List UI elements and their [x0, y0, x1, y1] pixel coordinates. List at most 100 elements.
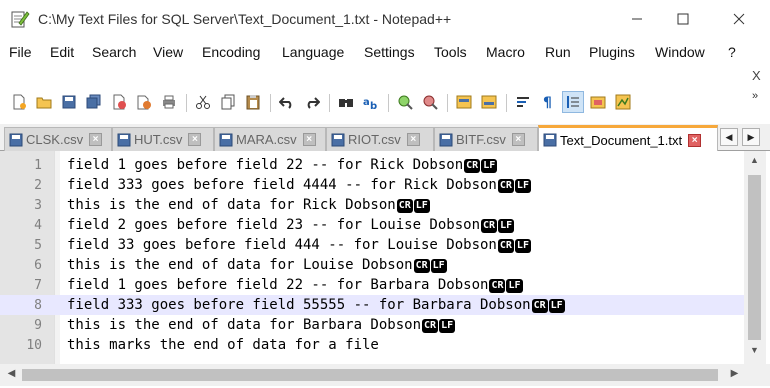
menu-view[interactable]: View — [153, 44, 183, 60]
tab-clsk-csv[interactable]: CLSK.csv × — [4, 127, 112, 151]
line-text: field 333 goes before field 55555 -- for… — [67, 297, 565, 313]
horizontal-scrollbar[interactable]: ◀ ▶ — [0, 364, 770, 386]
word-wrap-icon[interactable] — [512, 91, 534, 113]
tab-label: Text_Document_1.txt — [560, 132, 683, 148]
toolbar-separator — [270, 94, 271, 112]
cr-marker: CR — [481, 219, 498, 233]
tab-text-document-1-txt[interactable]: Text_Document_1.txt × — [538, 125, 718, 152]
editor-line[interactable]: 5 field 33 goes before field 444 -- for L… — [0, 235, 744, 255]
lf-marker: LF — [506, 279, 523, 293]
cut-icon[interactable] — [192, 91, 214, 113]
editor-line[interactable]: 4 field 2 goes before field 23 -- for Lou… — [0, 215, 744, 235]
text-editor[interactable]: 1 field 1 goes before field 22 -- for Ric… — [0, 151, 770, 364]
editor-line[interactable]: 6 this is the end of data for Louise Dobs… — [0, 255, 744, 275]
minimize-button[interactable] — [614, 0, 660, 38]
menu-language[interactable]: Language — [282, 44, 344, 60]
editor-line[interactable]: 1 field 1 goes before field 22 -- for Ric… — [0, 155, 744, 175]
menu-edit[interactable]: Edit — [50, 44, 74, 60]
tab-mara-csv[interactable]: MARA.csv × — [214, 127, 326, 151]
user-defined-language-icon[interactable] — [587, 91, 609, 113]
editor-line[interactable]: 8 field 333 goes before field 55555 -- fo… — [0, 295, 744, 315]
close-file-icon[interactable] — [108, 91, 130, 113]
line-content: field 2 goes before field 23 -- for Loui… — [67, 217, 481, 233]
tab-bitf-csv[interactable]: BITF.csv × — [434, 127, 538, 151]
editor-line[interactable]: 9 this is the end of data for Barbara Dob… — [0, 315, 744, 335]
editor-line[interactable]: 2 field 333 goes before field 4444 -- for… — [0, 175, 744, 195]
editor-line[interactable]: 10 this marks the end of data for a file — [0, 335, 744, 355]
menu-window[interactable]: Window — [655, 44, 705, 60]
tab-close-icon[interactable]: × — [406, 133, 420, 146]
menu-macro[interactable]: Macro — [486, 44, 525, 60]
file-saved-icon — [9, 133, 23, 147]
menu-tools[interactable]: Tools — [434, 44, 467, 60]
redo-icon[interactable] — [301, 91, 323, 113]
editor-line[interactable]: 3 this is the end of data for Rick Dobson… — [0, 195, 744, 215]
document-map-icon[interactable] — [612, 91, 634, 113]
find-icon[interactable] — [335, 91, 357, 113]
maximize-button[interactable] — [660, 0, 706, 38]
copy-icon[interactable] — [217, 91, 239, 113]
scroll-right-arrow-icon[interactable]: ▶ — [728, 368, 741, 381]
editor-line[interactable]: 7 field 1 goes before field 22 -- for Bar… — [0, 275, 744, 295]
lf-marker: LF — [514, 239, 531, 253]
sync-horizontal-icon[interactable] — [478, 91, 500, 113]
line-number: 10 — [26, 338, 42, 353]
horizontal-scrollbar-thumb[interactable] — [22, 369, 718, 381]
close-button[interactable] — [716, 0, 762, 38]
cr-marker: CR — [413, 259, 430, 273]
save-icon[interactable] — [58, 91, 80, 113]
menu-help[interactable]: ? — [728, 44, 736, 60]
line-text: this is the end of data for Barbara Dobs… — [67, 317, 456, 333]
menu-file[interactable]: File — [9, 44, 32, 60]
tab-close-icon[interactable]: × — [302, 133, 316, 146]
line-number: 7 — [34, 278, 42, 293]
menu-search[interactable]: Search — [92, 44, 136, 60]
menu-settings[interactable]: Settings — [364, 44, 415, 60]
indent-guide-icon[interactable] — [562, 91, 584, 113]
tab-scroll-right-button[interactable]: ▶ — [742, 128, 760, 146]
menu-run[interactable]: Run — [545, 44, 571, 60]
tab-riot-csv[interactable]: RIOT.csv × — [326, 127, 434, 151]
tab-hut-csv[interactable]: HUT.csv × — [112, 127, 214, 151]
new-file-icon[interactable] — [8, 91, 30, 113]
zoom-out-icon[interactable] — [419, 91, 441, 113]
line-number: 6 — [34, 258, 42, 273]
tab-close-icon[interactable]: × — [511, 133, 525, 146]
close-all-icon[interactable] — [133, 91, 155, 113]
toolbar-separator — [186, 94, 187, 112]
menu-encoding[interactable]: Encoding — [202, 44, 260, 60]
menu-plugins[interactable]: Plugins — [589, 44, 635, 60]
vertical-scrollbar[interactable]: ▲ ▼ — [744, 151, 766, 364]
window-title: C:\My Text Files for SQL Server\Text_Doc… — [38, 11, 452, 27]
sync-vertical-icon[interactable] — [453, 91, 475, 113]
tab-scroll-left-button[interactable]: ◀ — [720, 128, 738, 146]
vertical-scrollbar-thumb[interactable] — [748, 175, 761, 340]
undo-icon[interactable] — [276, 91, 298, 113]
line-text: field 1 goes before field 22 -- for Rick… — [67, 157, 498, 173]
show-all-characters-icon[interactable]: ¶ — [537, 91, 559, 113]
paste-icon[interactable] — [242, 91, 264, 113]
zoom-in-icon[interactable] — [394, 91, 416, 113]
tab-label: BITF.csv — [456, 132, 506, 147]
print-icon[interactable] — [158, 91, 180, 113]
close-document-button[interactable]: X — [752, 68, 761, 83]
line-text: this marks the end of data for a file — [67, 337, 379, 353]
scroll-up-arrow-icon[interactable]: ▲ — [748, 155, 761, 168]
scroll-left-arrow-icon[interactable]: ◀ — [5, 368, 18, 381]
toolbar-overflow-button[interactable]: » — [752, 90, 758, 102]
toolbar-separator — [329, 94, 330, 112]
save-all-icon[interactable] — [83, 91, 105, 113]
lf-marker: LF — [514, 179, 531, 193]
line-content: field 1 goes before field 22 -- for Rick… — [67, 157, 464, 173]
line-text: field 1 goes before field 22 -- for Barb… — [67, 277, 523, 293]
cr-marker: CR — [422, 319, 439, 333]
scroll-down-arrow-icon[interactable]: ▼ — [748, 345, 761, 358]
open-file-icon[interactable] — [33, 91, 55, 113]
tab-close-icon[interactable]: × — [688, 133, 702, 147]
replace-icon[interactable]: ab — [360, 91, 382, 113]
line-text: field 33 goes before field 444 -- for Lo… — [67, 237, 531, 253]
line-number: 3 — [34, 198, 42, 213]
tab-close-icon[interactable]: × — [89, 133, 103, 146]
line-number: 5 — [34, 238, 42, 253]
tab-close-icon[interactable]: × — [188, 133, 202, 146]
